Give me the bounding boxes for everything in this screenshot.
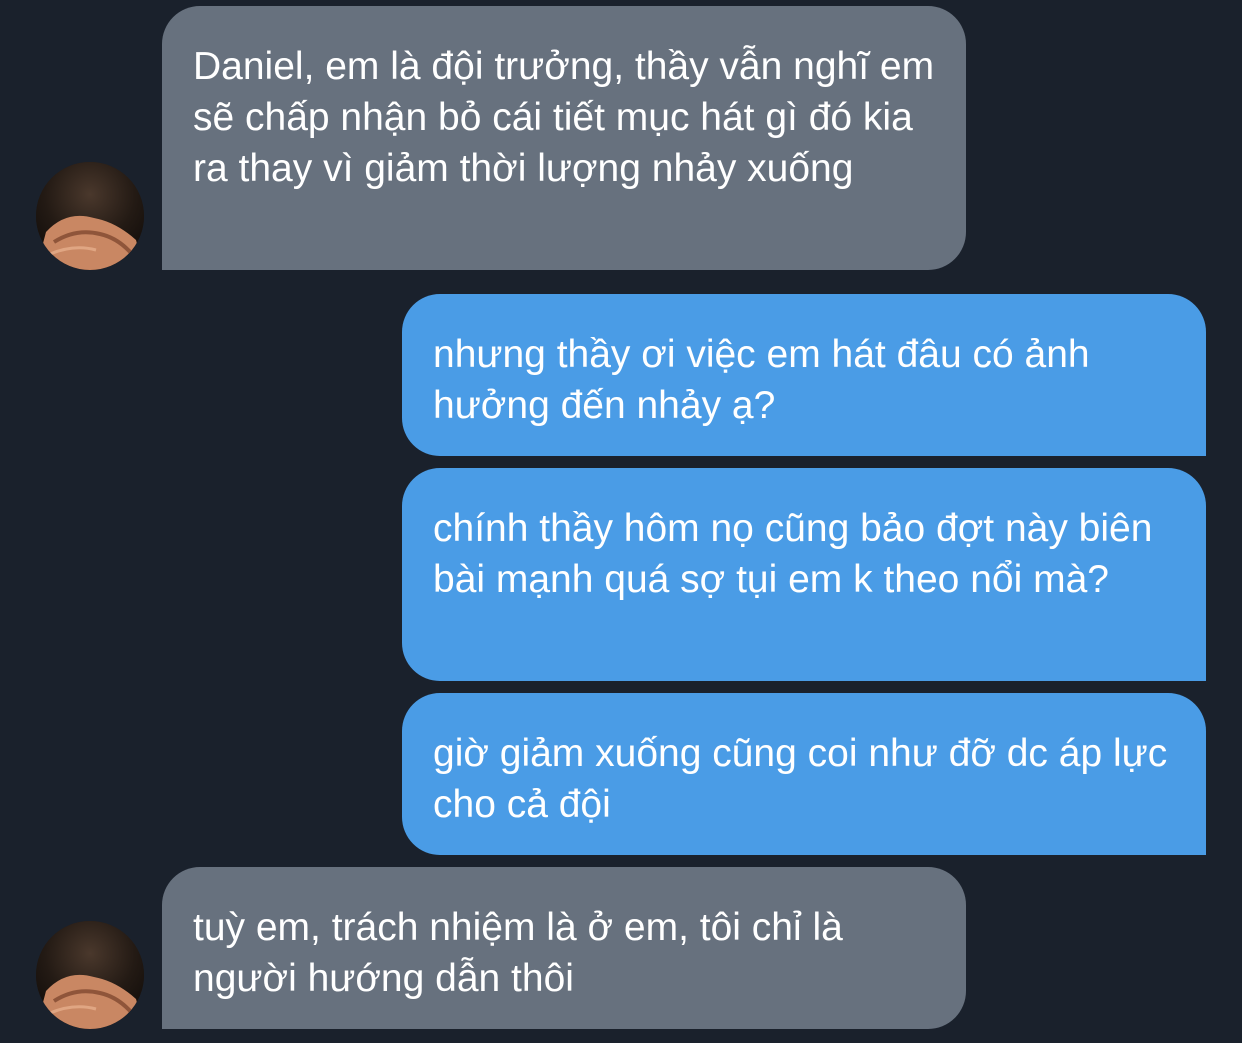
- message-bubble-incoming[interactable]: Daniel, em là đội trưởng, thầy vẫn nghĩ …: [162, 6, 966, 270]
- avatar-photo-icon: [36, 162, 144, 270]
- contact-avatar[interactable]: [36, 162, 144, 270]
- message-bubble-outgoing[interactable]: chính thầy hôm nọ cũng bảo đợt này biên …: [402, 468, 1206, 681]
- message-bubble-outgoing[interactable]: giờ giảm xuống cũng coi như đỡ dc áp lực…: [402, 693, 1206, 855]
- message-bubble-incoming[interactable]: tuỳ em, trách nhiệm là ở em, tôi chỉ là …: [162, 867, 966, 1029]
- chat-thread: Daniel, em là đội trưởng, thầy vẫn nghĩ …: [0, 0, 1242, 1043]
- contact-avatar[interactable]: [36, 921, 144, 1029]
- message-bubble-outgoing[interactable]: nhưng thầy ơi việc em hát đâu có ảnh hưở…: [402, 294, 1206, 456]
- avatar-photo-icon: [36, 921, 144, 1029]
